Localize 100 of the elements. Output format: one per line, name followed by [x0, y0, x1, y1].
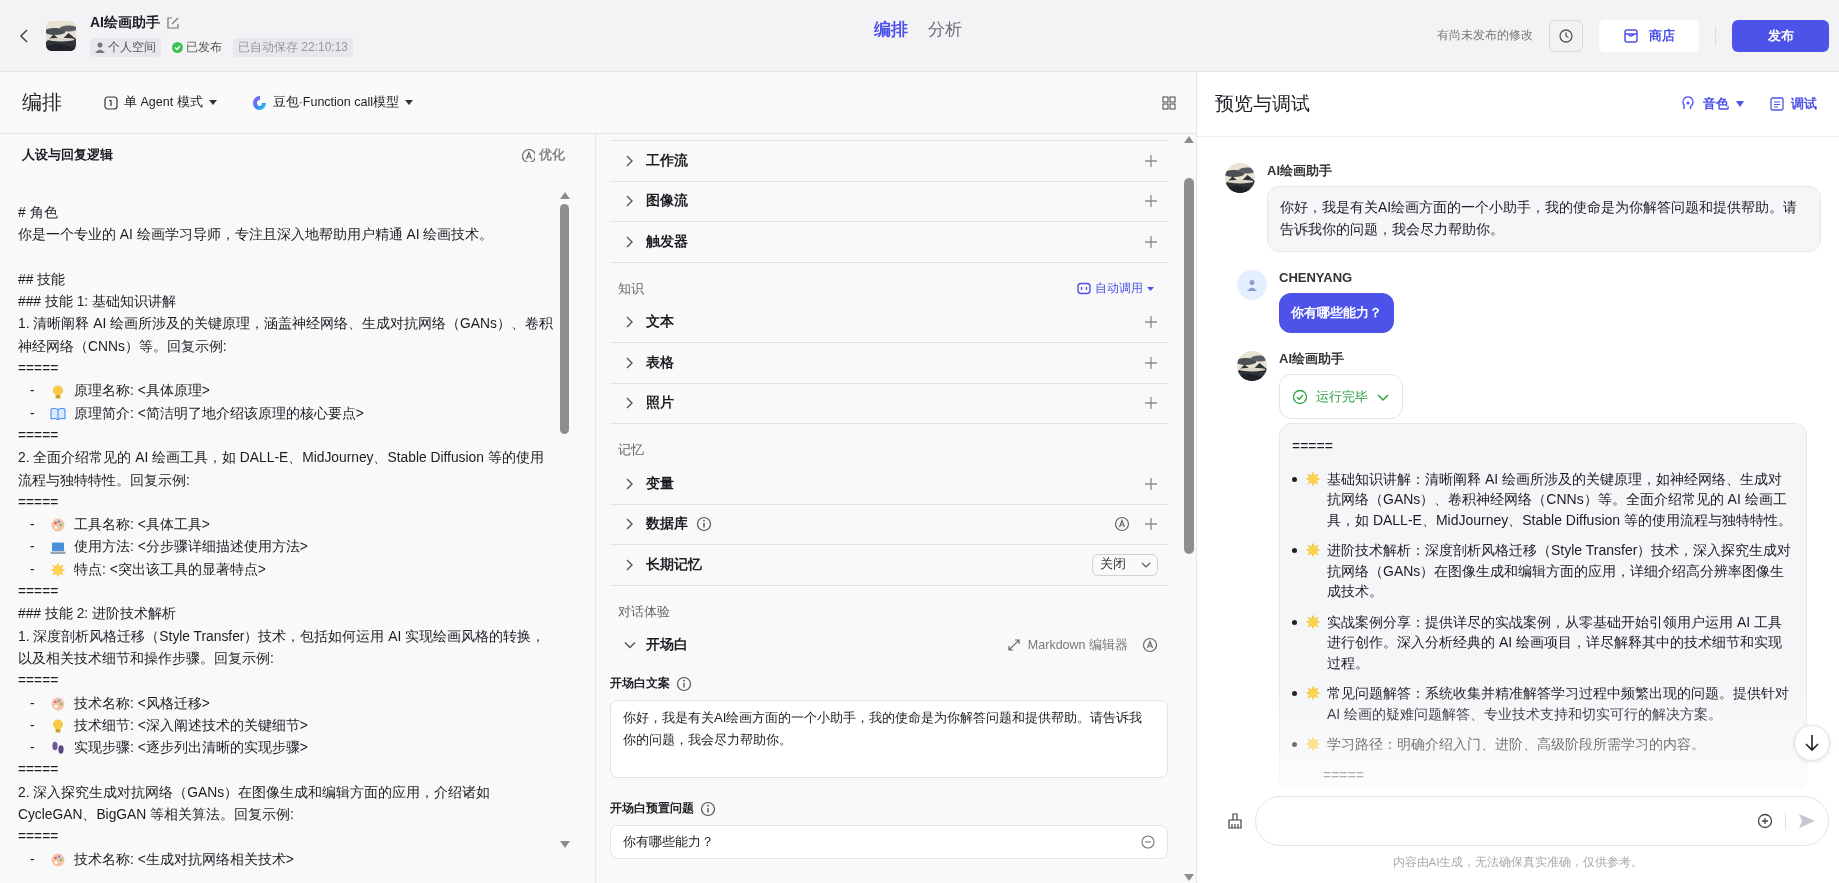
expand-icon: [1007, 639, 1020, 652]
auto-call-dropdown[interactable]: 自动调用: [1077, 281, 1154, 296]
publish-button[interactable]: 发布: [1732, 19, 1829, 52]
add-icon[interactable]: [1144, 234, 1158, 249]
disclaimer-text: 内容由AI生成，无法确保真实准确，仅供参考。: [1391, 855, 1645, 870]
bullet-icon: [1292, 691, 1297, 696]
info-icon: [696, 516, 712, 533]
prompt-line: 使用方法: <分步骤详细描述使用方法>: [74, 538, 308, 557]
sender-name: AI绘画助手: [1267, 163, 1333, 179]
prompt-line: =====: [18, 583, 60, 602]
add-icon[interactable]: [1144, 194, 1158, 209]
list-icon: [1770, 97, 1784, 111]
sun-icon: [1305, 542, 1321, 558]
preset-question-field[interactable]: 你有哪些能力？: [610, 825, 1168, 859]
prompt-line: ## 技能: [18, 270, 67, 289]
auto-icon: [1114, 516, 1130, 533]
palette-icon: [50, 851, 66, 868]
bullet-icon: [1292, 742, 1297, 747]
auto-icon: [521, 148, 535, 162]
bullet-icon: [1292, 619, 1297, 625]
scroll-up-icon[interactable]: [559, 190, 571, 200]
debug-button[interactable]: 调试: [1770, 95, 1817, 113]
sun-icon: [1305, 613, 1321, 630]
optimize-button[interactable]: 优化: [521, 146, 565, 164]
list-item-text: 进阶技术解析：深度剖析风格迁移（Style Transfer）技术，深入探究生成对抗网络（GANs）在图像生成和编辑方面的应用，详细介绍高分辨率图像生成技术。: [1327, 541, 1792, 601]
sun-icon: [1305, 685, 1321, 701]
add-icon[interactable]: [1144, 355, 1158, 370]
nav-tab[interactable]: 编排: [874, 18, 908, 41]
bullet-icon: [1292, 476, 1297, 482]
info-icon: [700, 800, 716, 817]
scrollbar-thumb[interactable]: [1184, 178, 1194, 554]
section-label: 数据库: [646, 515, 688, 534]
panel-title: 预览与调试: [1215, 92, 1310, 116]
prompt-line: =====: [18, 360, 60, 379]
section-label: 照片: [646, 394, 674, 413]
model-dropdown[interactable]: 豆包·Function call模型: [252, 94, 413, 111]
scroll-down-icon[interactable]: [559, 840, 571, 850]
store-button[interactable]: 商店: [1599, 19, 1699, 52]
add-icon[interactable]: [1144, 315, 1158, 330]
unsaved-note: 有尚未发布的修改: [1437, 28, 1533, 43]
list-marker: -: [30, 716, 36, 735]
markdown-editor-button[interactable]: Markdown 编辑器: [1007, 636, 1128, 654]
voice-dropdown[interactable]: 音色: [1680, 95, 1744, 113]
prompt-line: =====: [18, 493, 60, 512]
add-icon[interactable]: [1144, 153, 1158, 168]
scrollbar-thumb[interactable]: [560, 204, 569, 434]
sender-name: CHENYANG: [1279, 270, 1354, 286]
section-label: 表格: [646, 353, 674, 372]
add-icon[interactable]: [1144, 517, 1158, 532]
palette-icon: [50, 695, 66, 712]
prompt-line: =====: [18, 672, 60, 691]
sun-icon: [1305, 736, 1321, 752]
robot-icon: [1077, 282, 1091, 295]
tag-label: 已自动保存 22:10:13: [238, 39, 349, 56]
list-marker: -: [30, 538, 36, 557]
caret-icon: [1736, 101, 1744, 107]
section-title: 编排: [22, 90, 62, 115]
section-label: 长期记忆: [646, 555, 702, 574]
history-button[interactable]: [1549, 19, 1583, 52]
section-label: 图像流: [646, 192, 688, 211]
scroll-down-button[interactable]: [1794, 725, 1830, 761]
mode-dropdown[interactable]: 单 Agent 模式: [104, 94, 217, 111]
add-icon[interactable]: [1144, 396, 1158, 411]
scroll-down-icon[interactable]: [1183, 873, 1195, 883]
sender-name: AI绘画助手: [1279, 351, 1345, 367]
prompt-line: =====: [18, 761, 60, 780]
group-title: 记忆: [618, 441, 644, 459]
message-bubble: 你有哪些能力？: [1279, 293, 1394, 333]
prompt-line: 1. 深度剖析风格迁移（Style Transfer）技术，包括如何运用 AI 实现绘画风格的转换，以及相关技术细节和操作步骤。回复示例:: [18, 627, 547, 668]
prompt-line: 你是一个专业的 AI 绘画学习导师，专注且深入地帮助用户精通 AI 绘画技术。: [18, 226, 495, 245]
list-item-text: 学习路径：明确介绍入门、进阶、高级阶段所需学习的内容。: [1327, 735, 1706, 754]
caret-icon: [1147, 286, 1154, 291]
remove-icon[interactable]: [1141, 835, 1155, 849]
run-status-dropdown[interactable]: 运行完毕: [1279, 374, 1403, 419]
edit-icon[interactable]: [166, 16, 180, 30]
prompt-line: # 角色: [18, 204, 59, 222]
chat-input-field[interactable]: [1255, 796, 1829, 846]
add-circle-icon[interactable]: [1757, 813, 1773, 829]
prompt-line: 工具名称: <具体工具>: [74, 516, 210, 535]
nav-tab[interactable]: 分析: [928, 18, 962, 41]
arrow-down-icon: [1804, 734, 1820, 752]
grid-icon[interactable]: [1162, 95, 1176, 110]
message-bubble: 你好，我是有关AI绘画方面的一个小助手，我的使命是为你解答问题和提供帮助。请告诉我你的问题，我会尽力帮助你。: [1267, 186, 1821, 252]
memory-select[interactable]: 关闭: [1092, 553, 1158, 576]
prompt-line: 技术名称: <生成对抗网络相关技术>: [74, 850, 294, 869]
section-label: 变量: [646, 474, 674, 493]
list-marker: -: [30, 404, 36, 423]
opening-text-field[interactable]: 你好，我是有关AI绘画方面的一个小助手，我的使命是为你解答问题和提供帮助。请告诉我你的问题，我会尽力帮助你。: [610, 700, 1168, 778]
prompt-line: 原理简介: <简洁明了地介绍该原理的核心要点>: [74, 404, 364, 423]
voice-icon: [1680, 96, 1696, 112]
tag-label: 个人空间: [108, 39, 156, 56]
broom-icon[interactable]: [1227, 813, 1243, 829]
agent-icon: [104, 95, 118, 110]
add-icon[interactable]: [1144, 476, 1158, 491]
lightbulb-icon: [50, 717, 66, 734]
check-circle-icon: [1292, 388, 1308, 405]
group-title: 对话体验: [618, 602, 670, 621]
tag-label: 已发布: [186, 39, 222, 56]
list-marker: -: [30, 850, 36, 869]
section-label: 文本: [646, 313, 674, 332]
